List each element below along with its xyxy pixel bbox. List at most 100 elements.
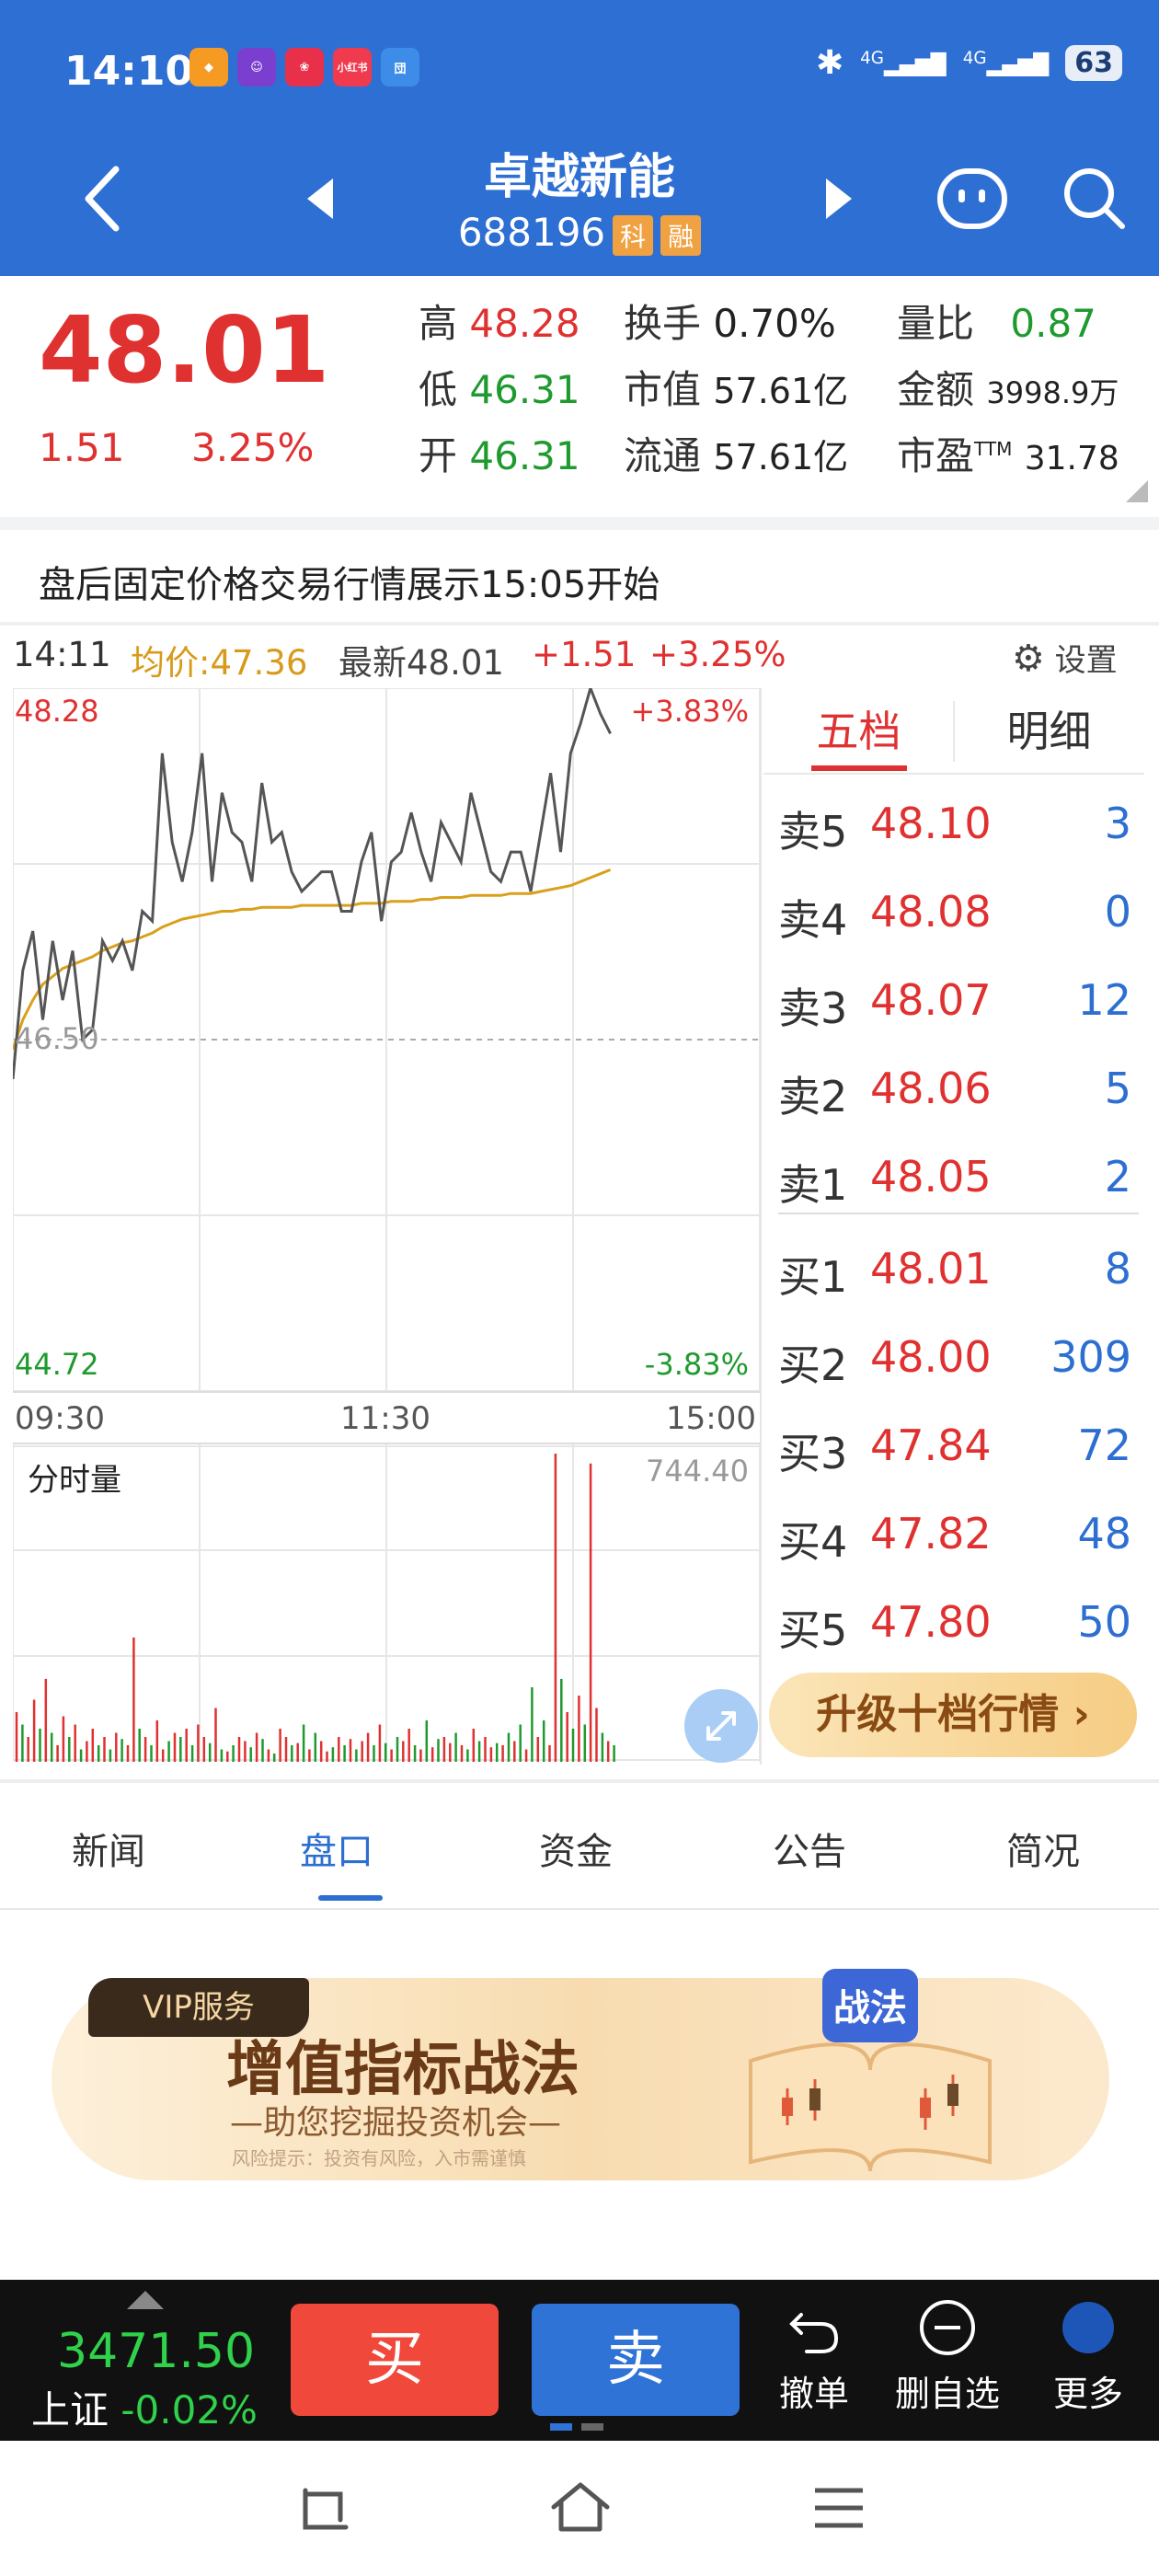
orderbook-price: 48.10 <box>870 799 992 848</box>
minus-circle-icon <box>920 2300 975 2355</box>
after-hours-notice: 盘后固定价格交易行情展示15:05开始 <box>39 564 660 606</box>
cancel-order-button[interactable]: 撤单 <box>773 2298 855 2416</box>
expand-corner-icon[interactable] <box>1126 480 1148 502</box>
orderbook-row[interactable]: 买2 48.00 309 <box>778 1314 1142 1402</box>
divider <box>0 622 1159 626</box>
expand-up-icon[interactable] <box>127 2291 164 2309</box>
orderbook-volume: 72 <box>1077 1420 1131 1470</box>
chart-time: 14:11 <box>13 635 111 674</box>
orderbook-level-label: 买1 <box>778 1252 848 1302</box>
orderbook-level-label: 卖4 <box>778 895 848 945</box>
intraday-price-chart[interactable]: 48.28 46.50 44.72 +3.83% -3.83% <box>13 688 760 1391</box>
orderbook-row[interactable]: 卖1 48.05 2 <box>778 1133 1142 1222</box>
trade-bar: 3471.50 上证 -0.02% 买 卖 撤单 删自选 更多 <box>0 2280 1159 2441</box>
signal-icon: 4G▂▄▆█ <box>860 49 947 77</box>
orderbook-volume: 12 <box>1077 975 1131 1025</box>
orderbook-row[interactable]: 卖3 48.07 12 <box>778 957 1142 1045</box>
orderbook-price: 48.01 <box>870 1244 992 1294</box>
open-stat: 开 46.31 <box>419 433 580 478</box>
pe-stat: 市盈TTM 31.78 <box>897 433 1119 478</box>
battery-icon: 63 <box>1065 45 1122 81</box>
orderbook-row[interactable]: 卖5 48.10 3 <box>778 780 1142 868</box>
status-right: ✱ 4G▂▄▆█ 4G▂▄▆█ 63 <box>816 44 1122 82</box>
divider <box>778 1213 1139 1214</box>
chart-settings-button[interactable]: ⚙ 设置 <box>1012 635 1118 680</box>
fullscreen-icon[interactable] <box>684 1689 758 1763</box>
menu-icon[interactable] <box>811 2485 866 2531</box>
vip-banner[interactable]: VIP服务 增值指标战法 —助您挖掘投资机会— 风险提示：投资有风险，入市需谨慎… <box>52 1969 1109 2180</box>
turnover-stat: 换手 0.70% <box>624 301 836 346</box>
pct-label-bottom: -3.83% <box>645 1347 749 1382</box>
tab-profile[interactable]: 简况 <box>1006 1822 1080 1875</box>
price-change: 1.51 <box>39 425 125 470</box>
y-label-bottom: 44.72 <box>15 1347 99 1382</box>
index-change: -0.02% <box>120 2387 258 2432</box>
orderbook-volume: 2 <box>1104 1152 1131 1202</box>
more-button[interactable]: 更多 <box>1047 2298 1130 2416</box>
bluetooth-icon: ✱ <box>815 44 844 82</box>
orderbook-price: 48.06 <box>870 1064 992 1113</box>
upgrade-level10-button[interactable]: 升级十档行情 › <box>769 1673 1137 1757</box>
index-name-line: 上证 -0.02% <box>31 2387 258 2432</box>
tab-funds[interactable]: 资金 <box>539 1822 613 1875</box>
amount-stat: 金额 3998.9万 <box>897 367 1119 412</box>
orderbook-level-label: 买4 <box>778 1517 848 1567</box>
xiaohongshu-icon: 小红书 <box>333 48 372 86</box>
signal-icon: 4G▂▄▆█ <box>962 49 1050 77</box>
orderbook-level-label: 卖3 <box>778 983 848 1033</box>
orderbook-volume: 309 <box>1050 1332 1131 1382</box>
orderbook-price: 48.00 <box>870 1332 992 1382</box>
market-cap-stat: 市值 57.61亿 <box>624 367 849 412</box>
volume-title: 分时量 <box>28 1462 121 1499</box>
intraday-volume-chart[interactable]: 分时量 744.40 <box>13 1444 760 1762</box>
system-nav-bar <box>0 2441 1159 2576</box>
tab-announcements[interactable]: 公告 <box>773 1822 846 1875</box>
home-icon[interactable] <box>548 2478 613 2536</box>
header-bar: 14:10 ◆ ☺ ❀ 小红书 団 ✱ 4G▂▄▆█ 4G▂▄▆█ 63 卓越新… <box>0 0 1159 276</box>
status-time: 14:10 <box>64 48 194 95</box>
chart-avg-price: 均价:47.36 <box>131 643 308 683</box>
x-tick-label: 15:00 <box>666 1400 756 1437</box>
divider <box>0 517 1159 530</box>
remove-watchlist-button[interactable]: 删自选 <box>892 2298 1003 2416</box>
orderbook-row[interactable]: 买1 48.01 8 <box>778 1225 1142 1314</box>
app-notification-icon: ☺ <box>237 48 276 86</box>
high-stat: 高 48.28 <box>419 301 580 346</box>
orderbook-row[interactable]: 买4 47.82 48 <box>778 1490 1142 1579</box>
margin-tag: 融 <box>660 214 702 256</box>
buy-button[interactable]: 买 <box>291 2304 499 2416</box>
tab-level5[interactable]: 五档 <box>763 688 954 775</box>
price-line <box>13 688 612 1080</box>
sell-button[interactable]: 卖 <box>532 2304 740 2416</box>
orderbook-price: 48.08 <box>870 887 992 937</box>
orderbook-row[interactable]: 买3 47.84 72 <box>778 1402 1142 1490</box>
back-nav-icon[interactable] <box>294 2483 353 2535</box>
tab-underline <box>318 1895 383 1901</box>
orderbook-price: 47.84 <box>870 1420 992 1470</box>
gear-icon: ⚙ <box>1012 638 1045 680</box>
app-notification-icon: ❀ <box>285 48 324 86</box>
risk-notice: 风险提示：投资有风险，入市需谨慎 <box>232 2147 526 2169</box>
tab-news[interactable]: 新闻 <box>72 1822 145 1875</box>
x-tick-label: 09:30 <box>15 1400 105 1437</box>
book-illustration-icon: 战法 <box>749 1969 992 2172</box>
volume-max-label: 744.40 <box>646 1454 749 1489</box>
star-market-tag: 科 <box>613 214 654 256</box>
divider <box>0 1779 1159 1783</box>
divider <box>760 688 762 1765</box>
float-cap-stat: 流通 57.61亿 <box>624 433 849 478</box>
price-change-pct: 3.25% <box>191 425 315 470</box>
orderbook-level-label: 卖5 <box>778 807 848 857</box>
stock-code-line: 688196 科融 <box>0 210 1159 256</box>
orderbook-row[interactable]: 卖4 48.08 0 <box>778 868 1142 957</box>
orderbook-row[interactable]: 买5 47.80 50 <box>778 1579 1142 1667</box>
orderbook-level-label: 买3 <box>778 1429 848 1478</box>
orderbook-row[interactable]: 卖2 48.06 5 <box>778 1045 1142 1133</box>
tab-orderbook[interactable]: 盘口 <box>300 1822 373 1875</box>
pct-label-top: +3.83% <box>631 694 749 729</box>
orderbook-price: 47.82 <box>870 1509 992 1558</box>
volume-ratio-stat: 量比 0.87 <box>897 301 1096 346</box>
page-indicator <box>550 2423 572 2431</box>
tab-detail[interactable]: 明细 <box>954 688 1144 775</box>
x-tick-label: 11:30 <box>340 1400 430 1437</box>
